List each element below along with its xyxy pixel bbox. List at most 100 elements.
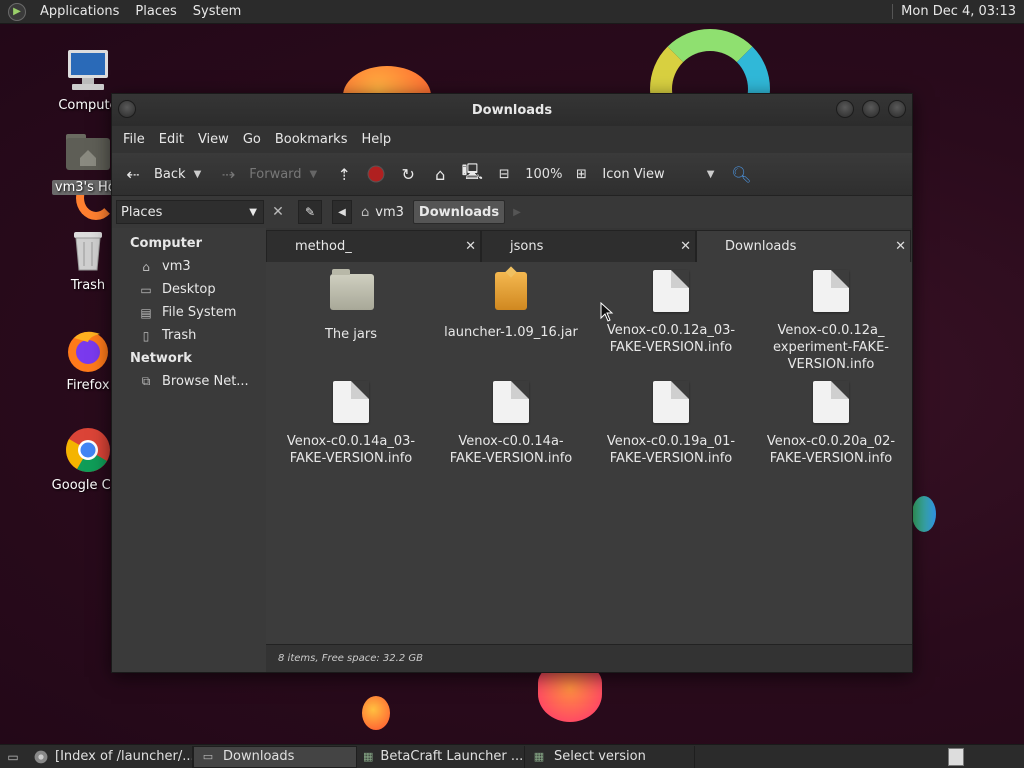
file-item[interactable]: launcher-1.09_16.jar <box>431 270 591 341</box>
path-scroll-right-icon[interactable]: ▶ <box>513 207 521 218</box>
file-name-line: FAKE-VERSION.info <box>769 451 893 466</box>
sidebar-item-label: Browse Net... <box>162 374 249 389</box>
tab-jsons[interactable]: jsons ✕ <box>481 230 696 262</box>
network-icon: ⧉ <box>141 374 151 388</box>
computer-button[interactable]: 🖳 <box>461 161 483 185</box>
close-button[interactable] <box>888 100 906 118</box>
back-history-dropdown-icon[interactable]: ▼ <box>194 169 202 180</box>
file-item[interactable]: Venox-c0.0.14a- FAKE-VERSION.info <box>431 381 591 467</box>
path-scroll-left-icon[interactable]: ◀ <box>332 200 352 224</box>
file-name-line: Venox-c0.0.12a_ <box>777 323 885 338</box>
taskbar-item-select-version[interactable]: ▦ Select version <box>525 745 695 768</box>
firefox-icon <box>64 326 112 374</box>
back-button[interactable]: ⇠ Back ▼ <box>122 163 201 185</box>
sidebar-selector[interactable]: Places ▼ <box>116 200 264 224</box>
file-name: launcher-1.09_16.jar <box>444 325 578 340</box>
zoom-in-icon: ⊞ <box>575 166 587 182</box>
sidebar-item-trash[interactable]: ▯ Trash <box>112 324 266 347</box>
folder-icon: ▭ <box>202 750 214 763</box>
tab-method[interactable]: method_ ✕ <box>266 230 481 262</box>
places-menu[interactable]: Places <box>127 4 184 19</box>
file-name-line: Venox-c0.0.12a_03- <box>606 323 736 338</box>
home-button[interactable]: ⌂ <box>429 163 451 185</box>
sidebar-item-desktop[interactable]: ▭ Desktop <box>112 278 266 301</box>
menu-file[interactable]: File <box>116 132 152 147</box>
close-tab-icon[interactable]: ✕ <box>680 239 691 254</box>
close-tab-icon[interactable]: ✕ <box>465 239 476 254</box>
up-button[interactable]: ⇡ <box>333 163 355 185</box>
close-tab-icon[interactable]: ✕ <box>895 239 906 254</box>
menu-edit[interactable]: Edit <box>152 132 191 147</box>
taskbar-item-betacraft[interactable]: ▦ BetaCraft Launcher ... <box>357 745 525 768</box>
zoom-out-button[interactable]: ⊟ <box>493 163 515 185</box>
breadcrumb-downloads[interactable]: Downloads <box>412 200 506 224</box>
show-desktop-icon[interactable]: ▭ <box>2 748 24 766</box>
breadcrumb-vm3[interactable]: ⌂ vm3 <box>356 200 409 224</box>
sidebar-item-browse-network[interactable]: ⧉ Browse Net... <box>112 370 266 393</box>
file-item[interactable]: Venox-c0.0.19a_01- FAKE-VERSION.info <box>591 381 751 467</box>
sidebar-item-filesystem[interactable]: ▤ File System <box>112 301 266 324</box>
home-folder-small-icon: ⌂ <box>361 204 370 220</box>
home-icon: ⌂ <box>435 164 446 184</box>
window-titlebar[interactable]: Downloads <box>112 94 912 126</box>
forward-history-dropdown-icon[interactable]: ▼ <box>310 169 318 180</box>
computer-small-icon: 🖳 <box>461 161 483 181</box>
wallpaper-small-blob <box>362 696 390 730</box>
taskbar-item-downloads[interactable]: ▭ Downloads <box>193 745 357 768</box>
maximize-button[interactable] <box>862 100 880 118</box>
stop-button[interactable] <box>365 163 387 185</box>
bottom-panel: ▭ [Index of /launcher/... ▭ Downloads ▦ … <box>0 744 1024 768</box>
document-icon <box>330 381 372 423</box>
window-menu-button[interactable] <box>118 100 136 118</box>
chrome-icon <box>64 426 112 474</box>
zoom-level[interactable]: 100% <box>525 167 562 182</box>
taskbar-item-chrome[interactable]: [Index of /launcher/... <box>28 745 193 768</box>
toolbar: ⇠ Back ▼ ⇢ Forward ▼ ⇡ ↻ ⌂ 🖳 ⊟ 100% ⊞ Ic… <box>112 153 912 196</box>
search-icon: 🔍︎ <box>731 164 752 184</box>
file-name-line: Venox-c0.0.14a- <box>458 434 564 449</box>
file-item[interactable]: Venox-c0.0.12a_ experiment-FAKE- VERSION… <box>751 270 911 373</box>
file-item[interactable]: Venox-c0.0.14a_03- FAKE-VERSION.info <box>271 381 431 467</box>
breadcrumb-label: Downloads <box>418 204 500 220</box>
file-name-line: Venox-c0.0.19a_01- <box>606 434 736 449</box>
window-title: Downloads <box>471 102 553 118</box>
document-icon <box>810 381 852 423</box>
toggle-location-entry-icon[interactable]: ✎ <box>298 200 322 224</box>
search-button[interactable]: 🔍︎ <box>730 163 752 185</box>
desktop-folder-icon: ▭ <box>140 282 152 297</box>
system-menu[interactable]: System <box>185 4 249 19</box>
zoom-in-button[interactable]: ⊞ <box>570 163 592 185</box>
sidebar-item-vm3[interactable]: ⌂ vm3 <box>112 255 266 278</box>
minimize-button[interactable] <box>836 100 854 118</box>
drive-icon: ▤ <box>140 305 152 320</box>
forward-button[interactable]: ⇢ Forward ▼ <box>217 163 318 185</box>
sidebar-section-computer: Computer <box>130 236 203 251</box>
document-icon <box>490 381 532 423</box>
breadcrumb-label: vm3 <box>375 204 404 220</box>
clock[interactable]: Mon Dec 4, 03:13 <box>892 4 1024 19</box>
sidebar-item-label: vm3 <box>162 259 191 274</box>
workspace-switcher[interactable] <box>948 747 964 766</box>
menu-bookmarks[interactable]: Bookmarks <box>268 132 355 147</box>
tab-label: jsons <box>510 239 544 254</box>
forward-arrow-icon: ⇢ <box>221 164 235 184</box>
sidebar-item-label: Trash <box>162 328 197 343</box>
menu-go[interactable]: Go <box>236 132 268 147</box>
file-item[interactable]: Venox-c0.0.12a_03- FAKE-VERSION.info <box>591 270 751 356</box>
menu-view[interactable]: View <box>191 132 236 147</box>
document-icon <box>650 270 692 312</box>
reload-button[interactable]: ↻ <box>397 163 419 185</box>
close-sidebar-icon[interactable]: ✕ <box>268 202 288 222</box>
tab-downloads[interactable]: Downloads ✕ <box>696 230 911 262</box>
sidebar-selector-label: Places <box>121 204 163 220</box>
reload-icon: ↻ <box>401 164 415 184</box>
back-arrow-icon: ⇠ <box>126 164 140 184</box>
applications-menu[interactable]: Applications <box>32 4 127 19</box>
menu-help[interactable]: Help <box>354 132 398 147</box>
file-item[interactable]: The jars <box>271 269 431 343</box>
file-item[interactable]: Venox-c0.0.20a_02- FAKE-VERSION.info <box>751 381 911 467</box>
view-mode-select[interactable]: Icon View ▼ <box>602 167 714 182</box>
wallpaper-teal-blob <box>912 496 936 532</box>
sidebar-item-label: Desktop <box>162 282 216 297</box>
mint-menu-icon[interactable]: ▶ <box>8 2 26 21</box>
